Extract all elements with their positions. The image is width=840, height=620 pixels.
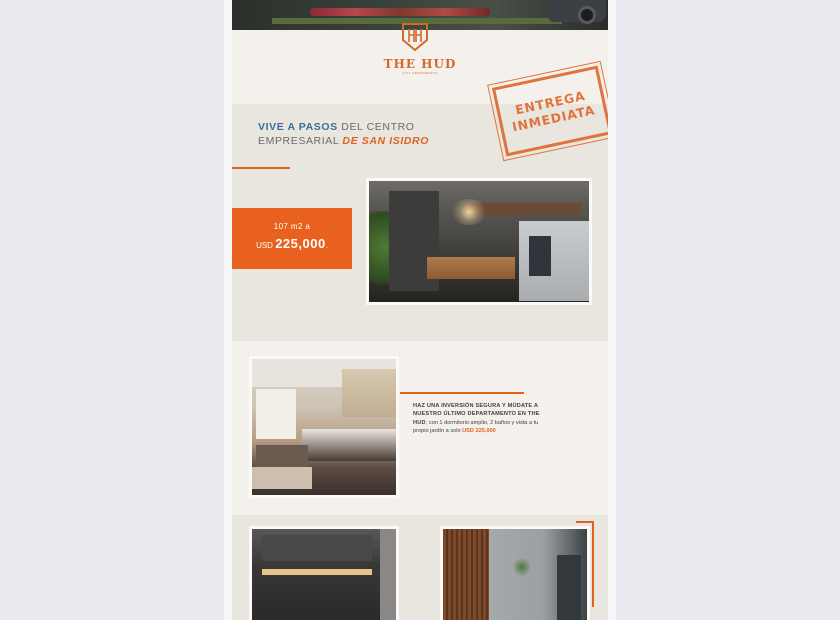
hero-car-wheel: [578, 6, 596, 24]
email-body: THE HUD CITY APARTMENTS VIVE A PASOS DEL…: [232, 0, 608, 620]
lobby-photo: [369, 181, 589, 302]
kitchen-photo: [252, 529, 396, 620]
entrega-inmediata-stamp: ENTREGA INMEDIATA: [487, 60, 608, 162]
bedroom-window: [256, 389, 296, 439]
section2-divider: [400, 392, 524, 394]
location-headline: VIVE A PASOS DEL CENTRO EMPRESARIAL DE S…: [258, 120, 478, 148]
hero-car: [548, 0, 606, 24]
headline-highlight: VIVE A PASOS: [258, 121, 338, 133]
bathroom-photo-frame[interactable]: [440, 526, 590, 620]
price-badge[interactable]: 107 m2 a USD 225,000.: [232, 208, 352, 269]
brand-name: THE HUD: [383, 57, 457, 71]
kitchen-wall-edge: [380, 529, 396, 620]
section-location: VIVE A PASOS DEL CENTRO EMPRESARIAL DE S…: [232, 60, 608, 341]
headline-district: SAN ISIDRO: [361, 135, 429, 147]
wood-slats: [443, 529, 489, 620]
price-value: 225,000: [275, 236, 326, 251]
kitchen-light-shelf: [262, 569, 372, 575]
email-left-shadow: [224, 0, 232, 620]
kitchen-cabinets: [262, 535, 372, 561]
bathroom-photo: [443, 529, 587, 620]
bathroom-plant: [513, 557, 531, 577]
headline-text-1: DEL CENTRO: [337, 121, 415, 133]
lobby-door: [529, 236, 551, 276]
the-hud-logo-icon: [402, 23, 428, 52]
bedroom-wardrobe: [342, 369, 396, 417]
headline-text-2: EMPRESARIAL: [258, 135, 343, 147]
accent-divider: [232, 167, 290, 169]
price-suffix: .: [325, 241, 328, 250]
chandelier-icon: [449, 199, 489, 225]
bedroom-rug: [252, 467, 312, 489]
bathroom-door: [557, 555, 581, 620]
bedroom-photo: [252, 359, 396, 495]
lobby-desk: [427, 257, 515, 279]
investment-price: USD 225,000: [462, 428, 496, 435]
price-area: 107 m2 a: [273, 222, 311, 231]
email-right-shadow: [608, 0, 616, 620]
bedroom-bed: [302, 429, 396, 461]
headline-connector: DE: [342, 135, 362, 147]
hero-flowerbed: [310, 8, 490, 16]
accent-corner-vertical: [592, 521, 594, 607]
investment-paragraph: HAZ UNA INVERSIÓN SEGURA Y MÚDATE A NUES…: [413, 402, 543, 436]
kitchen-photo-frame[interactable]: [249, 526, 399, 620]
bedroom-sofa: [256, 445, 308, 469]
lobby-photo-frame[interactable]: [366, 178, 592, 305]
price-currency: USD: [256, 241, 276, 250]
bedroom-photo-frame[interactable]: [249, 356, 399, 498]
price-amount: USD 225,000.: [232, 236, 352, 251]
